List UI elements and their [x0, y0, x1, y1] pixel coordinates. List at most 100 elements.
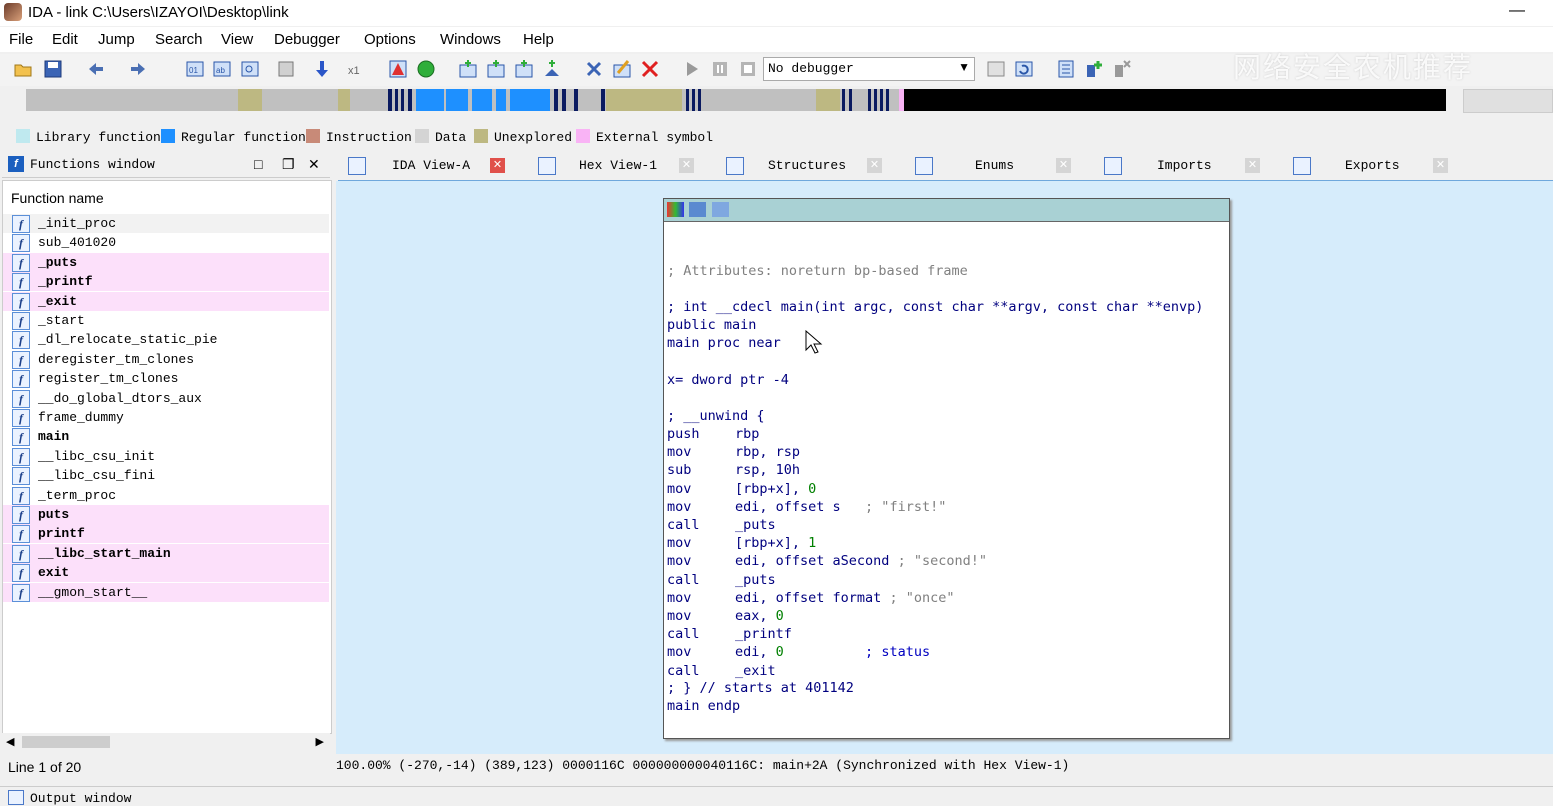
scroll-right-icon[interactable]: ▶ [316, 735, 324, 748]
maximize-icon[interactable]: □ [254, 156, 262, 172]
asm-line[interactable]: push rbp [667, 426, 759, 442]
tab-enums[interactable]: Enums ✕ [905, 152, 1085, 180]
close-icon[interactable]: ✕ [308, 156, 320, 173]
tab-imports[interactable]: Imports ✕ [1094, 152, 1274, 180]
asm-line[interactable]: call _printf [667, 626, 792, 642]
plugin-icon[interactable] [584, 59, 604, 79]
function-name: __gmon_start__ [38, 584, 148, 600]
code-node-main[interactable]: ; Attributes: noreturn bp-based frame ; … [663, 198, 1230, 739]
close-icon[interactable]: ✕ [1245, 158, 1260, 173]
search-icon[interactable] [240, 59, 260, 79]
xref-icon[interactable]: x1 [346, 59, 366, 79]
forward-icon[interactable] [128, 59, 148, 79]
function-row[interactable]: f main [3, 427, 329, 447]
function-row[interactable]: f __libc_start_main [3, 543, 329, 563]
asm-line[interactable]: mov edi, offset s ; "first!" [667, 499, 946, 515]
list-icon[interactable] [1056, 59, 1076, 79]
close-icon[interactable]: ✕ [867, 158, 882, 173]
menu-edit[interactable]: Edit [52, 31, 78, 48]
warning-icon[interactable] [388, 59, 408, 79]
open-icon[interactable] [13, 59, 33, 79]
function-row[interactable]: f deregister_tm_clones [3, 350, 329, 369]
color-icon[interactable] [667, 202, 684, 217]
graph-icon[interactable] [276, 59, 296, 79]
tab-hex-view-1[interactable]: Hex View-1 ✕ [528, 152, 708, 180]
back-icon[interactable] [86, 59, 106, 79]
add-segment-icon[interactable] [458, 59, 478, 79]
add-enum-icon[interactable] [514, 59, 534, 79]
close-icon[interactable]: ✕ [490, 158, 505, 173]
asm-line[interactable]: mov [rbp+x], 0 [667, 481, 816, 497]
asm-line[interactable]: mov edi, 0 ; status [667, 644, 930, 660]
debugger-select[interactable]: No debugger ▼ [763, 57, 975, 81]
scrollbar-thumb[interactable] [22, 736, 110, 748]
breakpoint-remove-icon[interactable] [1112, 59, 1132, 79]
function-row[interactable]: f frame_dummy [3, 408, 329, 427]
text-icon[interactable]: ab [212, 59, 232, 79]
close-icon[interactable]: ✕ [1433, 158, 1448, 173]
function-row[interactable]: f register_tm_clones [3, 369, 329, 389]
function-row[interactable]: f __libc_csu_init [3, 447, 329, 466]
green-circle-icon[interactable] [416, 59, 436, 79]
function-row[interactable]: f __gmon_start__ [3, 582, 329, 602]
save-icon[interactable] [43, 59, 63, 79]
asm-line[interactable]: call _puts [667, 572, 776, 588]
menu-file[interactable]: File [9, 31, 33, 48]
menu-windows[interactable]: Windows [440, 31, 501, 48]
tab-ida-view-a[interactable]: IDA View-A ✕ [338, 152, 518, 180]
function-row[interactable]: f _dl_relocate_static_pie [3, 330, 329, 350]
menu-view[interactable]: View [221, 31, 253, 48]
tab-exports[interactable]: Exports ✕ [1283, 152, 1463, 180]
close-icon[interactable]: ✕ [679, 158, 694, 173]
function-row[interactable]: f _init_proc [3, 214, 329, 233]
tab-structures[interactable]: Structures ✕ [716, 152, 896, 180]
asm-line[interactable]: mov eax, 0 [667, 608, 784, 624]
function-icon: f [12, 428, 30, 447]
column-header[interactable]: Function name [3, 181, 331, 213]
menu-search[interactable]: Search [155, 31, 203, 48]
float-icon[interactable]: ❐ [282, 156, 295, 173]
function-row[interactable]: f sub_401020 [3, 233, 329, 253]
scroll-left-icon[interactable]: ◀ [6, 735, 14, 748]
asm-line[interactable]: sub rsp, 10h [667, 462, 800, 478]
function-row[interactable]: f _puts [3, 252, 329, 272]
asm-line[interactable]: mov edi, offset format ; "once" [667, 590, 954, 606]
function-row[interactable]: f __libc_csu_fini [3, 466, 329, 486]
menu-options[interactable]: Options [364, 31, 416, 48]
asm-line[interactable]: mov edi, offset aSecond ; "second!" [667, 553, 987, 569]
hex-icon[interactable]: 01 [185, 59, 205, 79]
function-row[interactable]: f _printf [3, 272, 329, 292]
function-row[interactable]: f __do_global_dtors_aux [3, 389, 329, 408]
add-func-icon[interactable] [542, 59, 562, 79]
function-row[interactable]: f _term_proc [3, 486, 329, 505]
asm-line[interactable]: mov rbp, rsp [667, 444, 800, 460]
function-row[interactable]: f _start [3, 311, 329, 330]
function-row[interactable]: f puts [3, 505, 329, 524]
menu-jump[interactable]: Jump [98, 31, 135, 48]
function-row[interactable]: f printf [3, 524, 329, 544]
pause-icon[interactable] [710, 59, 730, 79]
asm-line[interactable]: call _exit [667, 663, 776, 679]
asm-line[interactable]: mov [rbp+x], 1 [667, 535, 816, 551]
stop-square-icon[interactable] [738, 59, 758, 79]
group-icon[interactable] [712, 202, 729, 217]
refresh-icon[interactable] [1014, 59, 1034, 79]
menu-help[interactable]: Help [523, 31, 554, 48]
function-row[interactable]: f exit [3, 563, 329, 583]
asm-line[interactable]: call _puts [667, 517, 776, 533]
close-icon[interactable] [640, 59, 660, 79]
navigation-bar[interactable] [26, 89, 1446, 111]
rename-icon[interactable] [689, 202, 706, 217]
menu-debugger[interactable]: Debugger [274, 31, 340, 48]
add-struct-icon[interactable] [486, 59, 506, 79]
function-row[interactable]: f _exit [3, 291, 329, 311]
minimize-button[interactable]: — [1509, 2, 1525, 20]
horizontal-scrollbar[interactable]: ◀ ▶ [2, 733, 330, 751]
play-icon[interactable] [682, 59, 702, 79]
edit-icon[interactable] [612, 59, 632, 79]
close-icon[interactable]: ✕ [1056, 158, 1071, 173]
down-arrow-icon[interactable] [312, 59, 332, 79]
output-window-bar[interactable]: Output window [0, 786, 1553, 806]
trace-icon[interactable] [986, 59, 1006, 79]
breakpoint-add-icon[interactable] [1084, 59, 1104, 79]
